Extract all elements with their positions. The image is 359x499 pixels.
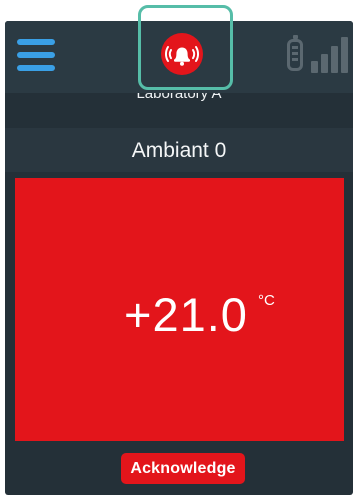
battery-icon [287,35,303,71]
alarm-highlight-outline [138,5,233,90]
device-screen: Laboratory A Ambiant 0 +21.0 °C Acknowle… [5,21,353,495]
temperature-unit: °C [258,292,275,309]
hamburger-menu-icon[interactable] [17,39,55,71]
sensor-header: Ambiant 0 [5,128,353,172]
acknowledge-button[interactable]: Acknowledge [121,453,245,484]
sensor-name: Ambiant 0 [131,139,227,162]
temperature-alarm-panel: +21.0 °C [15,178,344,441]
temperature-value: +21.0 [124,288,248,341]
signal-strength-icon [311,37,353,73]
